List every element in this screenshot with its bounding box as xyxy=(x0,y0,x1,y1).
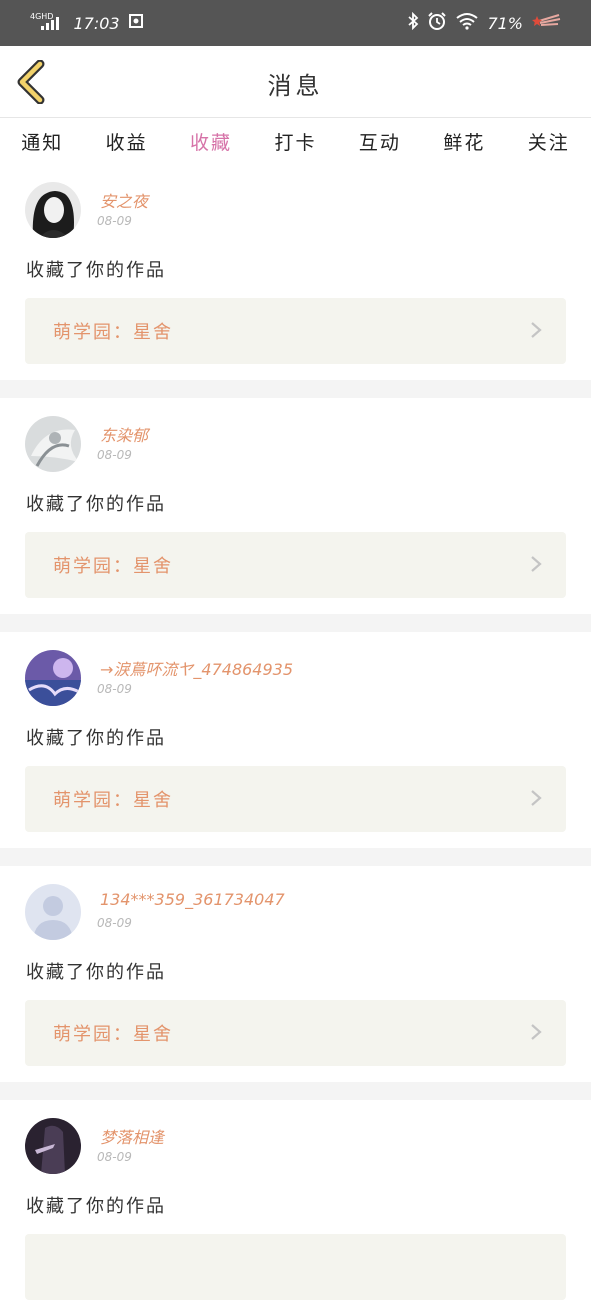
work-card[interactable]: 萌学园：星舍 xyxy=(25,766,566,832)
shooting-star-icon xyxy=(531,13,561,33)
list-item: 梦落相逢 08-09 收藏了你的作品 xyxy=(0,1100,591,1316)
list-item: 安之夜 08-09 收藏了你的作品 萌学园：星舍 xyxy=(0,164,591,380)
avatar[interactable] xyxy=(25,1118,81,1174)
avatar[interactable] xyxy=(25,650,81,706)
battery-level: 71% xyxy=(487,13,523,33)
avatar[interactable] xyxy=(25,884,81,940)
chevron-right-icon xyxy=(531,322,542,338)
work-card[interactable]: 萌学园：星舍 xyxy=(25,298,566,364)
tab-interactions[interactable]: 互动 xyxy=(355,128,405,155)
action-text: 收藏了你的作品 xyxy=(26,728,166,749)
action-text: 收藏了你的作品 xyxy=(26,260,166,281)
username[interactable]: 梦落相逢 xyxy=(100,1124,164,1148)
action-text: 收藏了你的作品 xyxy=(26,494,166,515)
list-item: →淚蔦吥流ヤ_474864935 08-09 收藏了你的作品 萌学园：星舍 xyxy=(0,632,591,848)
work-card[interactable]: 萌学园：星舍 xyxy=(25,1000,566,1066)
username[interactable]: 东染郁 xyxy=(100,422,148,446)
alarm-icon xyxy=(427,11,447,35)
list-item: 东染郁 08-09 收藏了你的作品 萌学园：星舍 xyxy=(0,398,591,614)
message-date: 08-09 xyxy=(97,1150,132,1164)
tab-earnings[interactable]: 收益 xyxy=(102,128,152,155)
status-time: 17:03 xyxy=(73,13,120,33)
work-title: 萌学园：星舍 xyxy=(53,1024,173,1045)
separator xyxy=(0,848,591,866)
tab-bar: 通知 收益 收藏 打卡 互动 鲜花 关注 xyxy=(0,118,591,168)
username[interactable]: →淚蔦吥流ヤ_474864935 xyxy=(100,656,293,680)
tab-favorites[interactable]: 收藏 xyxy=(186,128,236,168)
chevron-right-icon xyxy=(531,556,542,572)
separator xyxy=(0,1082,591,1100)
separator xyxy=(0,380,591,398)
message-list: 安之夜 08-09 收藏了你的作品 萌学园：星舍 东染郁 08-09 收藏了你的… xyxy=(0,164,591,1316)
work-card[interactable] xyxy=(25,1234,566,1300)
chevron-right-icon xyxy=(531,1024,542,1040)
list-item: 134***359_361734047 08-09 收藏了你的作品 萌学园：星舍 xyxy=(0,866,591,1082)
tab-notifications[interactable]: 通知 xyxy=(17,128,67,155)
message-date: 08-09 xyxy=(97,682,132,696)
screenshot-icon xyxy=(128,13,144,33)
username[interactable]: 134***359_361734047 xyxy=(100,890,285,909)
header: 消息 xyxy=(0,46,591,118)
avatar[interactable] xyxy=(25,416,81,472)
page-title: 消息 xyxy=(267,72,324,100)
separator xyxy=(0,614,591,632)
wifi-icon xyxy=(455,12,479,34)
work-title: 萌学园：星舍 xyxy=(53,322,173,343)
chevron-right-icon xyxy=(531,790,542,806)
action-text: 收藏了你的作品 xyxy=(26,1196,166,1217)
avatar[interactable] xyxy=(25,182,81,238)
tab-checkin[interactable]: 打卡 xyxy=(270,128,320,155)
network-type: 4GHD xyxy=(30,12,54,21)
work-title: 萌学园：星舍 xyxy=(53,556,173,577)
action-text: 收藏了你的作品 xyxy=(26,962,166,983)
tab-flowers[interactable]: 鲜花 xyxy=(439,128,489,155)
work-title: 萌学园：星舍 xyxy=(53,790,173,811)
message-date: 08-09 xyxy=(97,214,132,228)
tab-follows[interactable]: 关注 xyxy=(524,128,574,155)
message-date: 08-09 xyxy=(97,448,132,462)
work-card[interactable]: 萌学园：星舍 xyxy=(25,532,566,598)
status-bar: 4GHD 17:03 71% xyxy=(0,0,591,46)
message-date: 08-09 xyxy=(97,916,132,930)
bluetooth-icon xyxy=(407,11,419,34)
username[interactable]: 安之夜 xyxy=(100,188,148,212)
